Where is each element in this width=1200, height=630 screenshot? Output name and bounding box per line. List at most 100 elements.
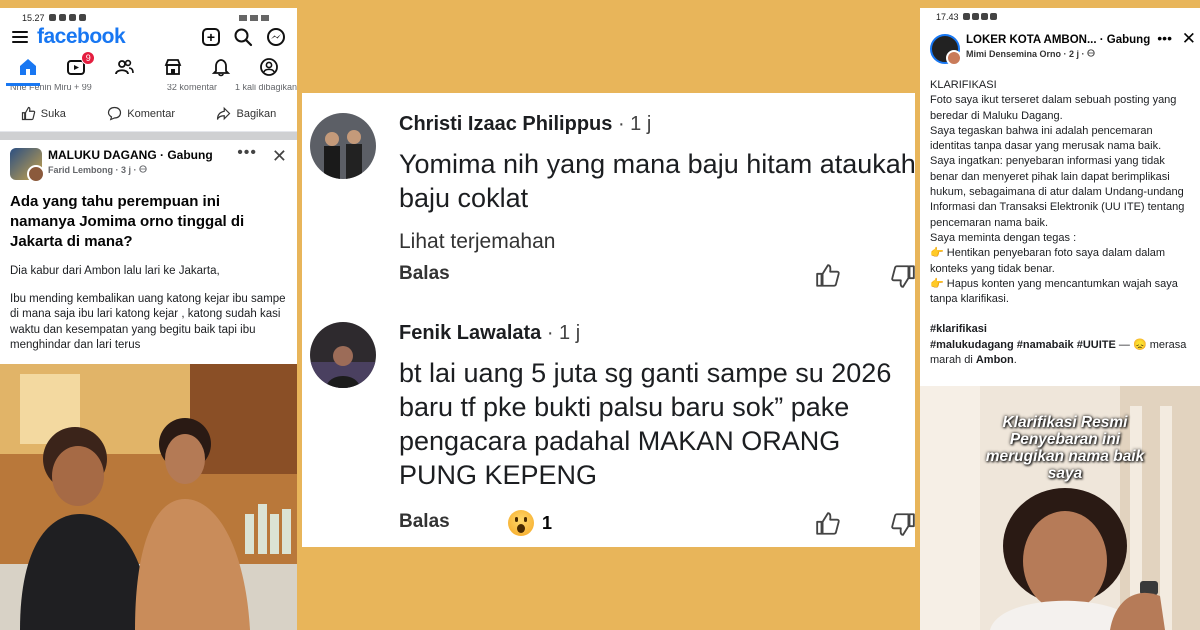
join-group-link[interactable]: · Gabung bbox=[1100, 34, 1150, 46]
thumbs-up-icon bbox=[21, 106, 35, 121]
wow-reaction-icon bbox=[508, 510, 534, 536]
nav-profile[interactable] bbox=[254, 53, 284, 81]
globe-icon bbox=[139, 165, 147, 173]
share-button[interactable]: Bagikan bbox=[216, 106, 276, 121]
comments-count[interactable]: 32 komentar bbox=[167, 84, 217, 96]
post-action-bar: Suka Komentar Bagikan bbox=[0, 96, 297, 132]
like-label: Suka bbox=[40, 107, 66, 120]
group-avatar[interactable] bbox=[10, 148, 45, 183]
menu-icon[interactable] bbox=[12, 31, 28, 43]
status-icons bbox=[48, 14, 86, 21]
comment-button[interactable]: Komentar bbox=[107, 106, 175, 121]
left-screenshot: 15.27 facebook + 9 Nhe Fenin Miru + 99 3… bbox=[0, 8, 297, 630]
post-header: LOKER KOTA AMBON... · Gabung Mimi Densem… bbox=[920, 24, 1200, 68]
reply-button[interactable]: Balas bbox=[399, 511, 450, 533]
search-icon[interactable] bbox=[233, 27, 253, 47]
shares-count[interactable]: 1 kali dibagikan bbox=[235, 84, 297, 96]
comment-icon bbox=[108, 106, 122, 121]
post-author[interactable]: Mimi Densemina Orno bbox=[966, 49, 1061, 59]
comment-label: Komentar bbox=[127, 107, 175, 120]
close-icon[interactable]: ✕ bbox=[1182, 29, 1196, 49]
post-header: MALUKU DAGANG · Gabung Farid Lembong · 3… bbox=[0, 140, 297, 183]
facebook-nav: 9 bbox=[0, 50, 297, 86]
post-line: 👉 Hentikan penyebaran foto saya dalam da… bbox=[930, 247, 1166, 275]
post-line: Saya tegaskan bahwa ini adalah pencemara… bbox=[930, 124, 1162, 153]
comment-time: · 1 j bbox=[546, 322, 581, 344]
post-author[interactable]: Farid Lembong bbox=[48, 165, 113, 175]
status-time: 17.43 bbox=[936, 12, 959, 22]
status-icons bbox=[962, 12, 999, 24]
post-group-name[interactable]: MALUKU DAGANG · Gabung bbox=[48, 148, 213, 162]
nav-badge: 9 bbox=[81, 51, 96, 65]
thumbs-down-icon[interactable] bbox=[890, 263, 916, 289]
like-button[interactable]: Suka bbox=[21, 106, 66, 121]
post-line: Saya ingatkan: penyebaran informasi yang… bbox=[930, 155, 1185, 229]
thumbs-up-icon[interactable] bbox=[815, 263, 841, 289]
facebook-logo[interactable]: facebook bbox=[37, 25, 126, 49]
join-group-link[interactable]: Gabung bbox=[167, 148, 212, 162]
home-icon bbox=[20, 59, 37, 75]
hashtag-link[interactable]: #klarifikasi bbox=[930, 322, 1190, 337]
post-line: Saya meminta dengan tegas : bbox=[930, 231, 1077, 244]
commenter-name-text[interactable]: Fenik Lawalata bbox=[399, 322, 541, 344]
reaction-summary: Nhe Fenin Miru + 99 32 komentar 1 kali d… bbox=[0, 84, 297, 96]
post-photo[interactable]: Klarifikasi Resmi Penyebaran ini merugik… bbox=[920, 386, 1200, 630]
post-line: KLARIFIKASI bbox=[930, 79, 997, 91]
close-icon[interactable]: ✕ bbox=[272, 146, 287, 167]
share-label: Bagikan bbox=[236, 107, 277, 120]
nav-active-indicator bbox=[6, 83, 40, 86]
photo-illustration bbox=[0, 364, 297, 630]
see-translation-link[interactable]: Lihat terjemahan bbox=[399, 230, 555, 254]
post-body: KLARIFIKASI Foto saya ikut terseret dala… bbox=[920, 68, 1200, 368]
nav-marketplace[interactable] bbox=[158, 53, 188, 81]
create-post-icon[interactable]: + bbox=[202, 28, 220, 46]
post-paragraph-2: Ibu mending kembalikan uang katong kejar… bbox=[10, 292, 286, 352]
photo-overlay-text: Klarifikasi Resmi Penyebaran ini merugik… bbox=[985, 414, 1145, 482]
post-author-line: Farid Lembong · 3 j · bbox=[48, 165, 213, 175]
marketplace-icon bbox=[164, 59, 181, 75]
commenter-name[interactable]: Fenik Lawalata · 1 j bbox=[399, 322, 580, 345]
reply-button[interactable]: Balas bbox=[399, 263, 450, 285]
post-photo[interactable] bbox=[0, 364, 297, 630]
share-icon bbox=[217, 106, 231, 121]
messenger-icon[interactable] bbox=[266, 27, 286, 47]
status-bar: 15.27 bbox=[0, 8, 297, 24]
post-title: Ada yang tahu perempuan ini namanya Jomi… bbox=[10, 193, 245, 250]
feed-divider bbox=[0, 132, 297, 140]
comment-time: · 1 j bbox=[617, 113, 652, 135]
commenter-name[interactable]: Christi Izaac Philippus · 1 j bbox=[399, 113, 651, 136]
right-screenshot: 17.43 LOKER KOTA AMBON... · Gabung Mimi … bbox=[920, 8, 1200, 630]
group-name[interactable]: MALUKU DAGANG bbox=[48, 148, 157, 162]
profile-icon bbox=[259, 58, 278, 76]
bell-icon bbox=[211, 59, 230, 77]
globe-icon bbox=[1087, 49, 1095, 57]
post-time: 3 j bbox=[121, 165, 132, 175]
page-name-line[interactable]: LOKER KOTA AMBON... · Gabung bbox=[966, 34, 1150, 46]
location-link[interactable]: Ambon bbox=[976, 354, 1014, 366]
page-name[interactable]: LOKER KOTA AMBON... bbox=[966, 34, 1097, 46]
hashtag-links[interactable]: #malukudagang #namabaik #UUITE bbox=[930, 339, 1116, 351]
comments-screenshot: Christi Izaac Philippus · 1 j Yomima nih… bbox=[302, 93, 916, 547]
comment-text: Yomima nih yang mana baju hitam ataukah … bbox=[399, 149, 916, 213]
nav-video[interactable]: 9 bbox=[61, 51, 96, 81]
friends-icon bbox=[115, 59, 135, 75]
avatar-illustration bbox=[310, 113, 376, 179]
thumbs-up-icon[interactable] bbox=[815, 511, 841, 537]
more-options-icon[interactable]: ••• bbox=[1157, 30, 1172, 46]
nav-notifications[interactable] bbox=[206, 53, 236, 81]
post-author-line: Mimi Densemina Orno · 2 j · bbox=[966, 49, 1150, 59]
nav-home[interactable] bbox=[13, 53, 43, 81]
feeling-period: . bbox=[1013, 354, 1017, 367]
facebook-header: facebook + bbox=[0, 24, 297, 50]
more-options-icon[interactable]: ••• bbox=[237, 144, 257, 162]
commenter-name-text[interactable]: Christi Izaac Philippus bbox=[399, 113, 612, 135]
thumbs-down-icon[interactable] bbox=[890, 511, 916, 537]
page-avatar[interactable] bbox=[930, 34, 962, 66]
reaction-count: 1 bbox=[542, 512, 553, 533]
reaction-summary[interactable]: 1 bbox=[508, 510, 552, 536]
comment-avatar[interactable] bbox=[310, 322, 376, 388]
post-body: Dia kabur dari Ambon lalu lari ke Jakart… bbox=[0, 252, 297, 354]
avatar-illustration bbox=[310, 322, 376, 388]
comment-avatar[interactable] bbox=[310, 113, 376, 179]
nav-friends[interactable] bbox=[109, 53, 139, 81]
